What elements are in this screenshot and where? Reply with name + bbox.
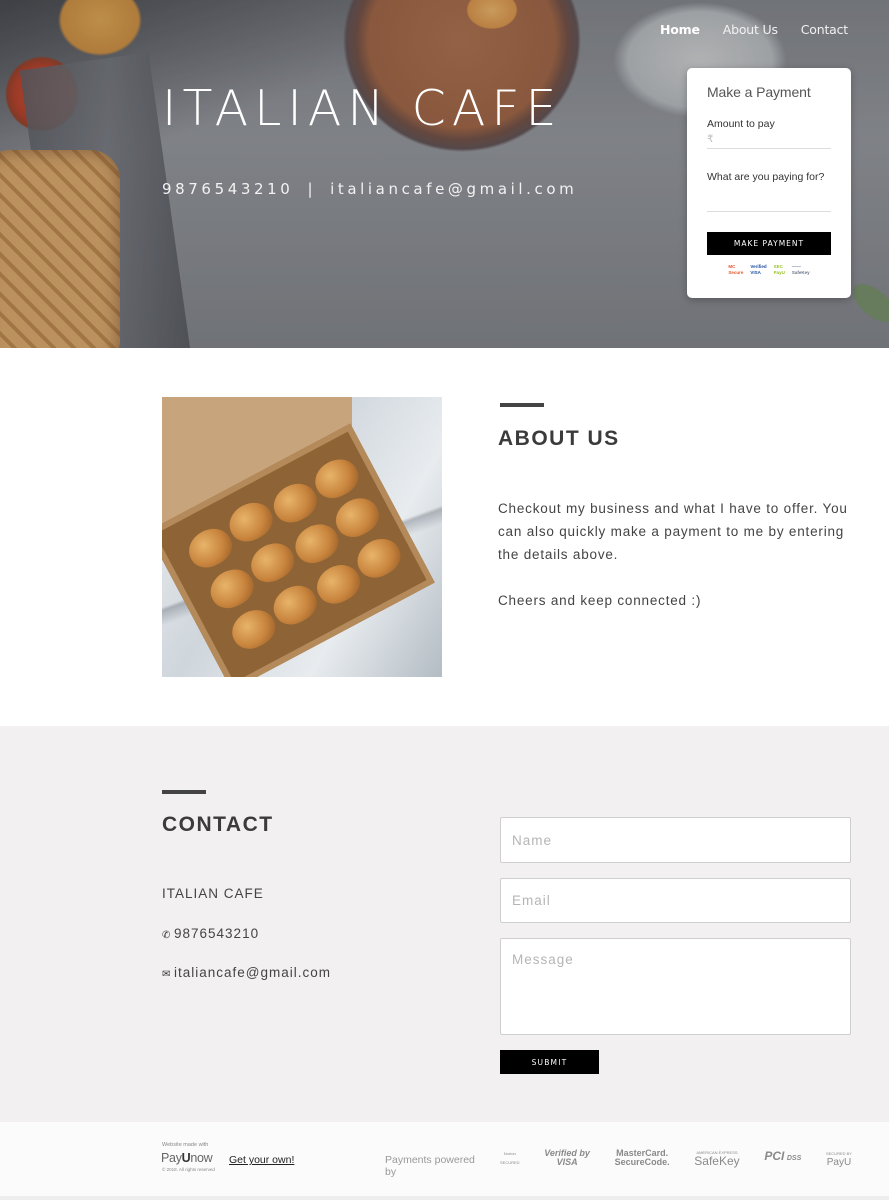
contact-heading: CONTACT — [162, 813, 274, 836]
about-text: Checkout my business and what I have to … — [498, 497, 848, 612]
verified-by-visa-logo-icon: Verified VISA — [750, 264, 767, 275]
nav-contact[interactable]: Contact — [801, 22, 848, 37]
payment-logos: MC Secure Verified VISA SEC PayU —— SafeKey — [707, 264, 831, 276]
about-paragraph: Checkout my business and what I have to … — [498, 501, 848, 562]
hero-email: italiancafe@gmail.com — [330, 180, 578, 198]
get-your-own-link[interactable]: Get your own! — [229, 1154, 294, 1166]
payu-logo-icon: SEC PayU — [773, 264, 785, 275]
amex-safekey-badge-icon: AMERICAN EXPRESS SafeKey — [694, 1148, 739, 1167]
contact-email-text: italiancafe@gmail.com — [174, 965, 332, 980]
contact-email: ✉ italiancafe@gmail.com — [162, 965, 331, 980]
make-payment-button[interactable]: MAKE PAYMENT — [707, 232, 831, 255]
hero-phone: 9876543210 — [162, 180, 294, 198]
croissant — [267, 578, 323, 631]
mastercard-securecode-badge-icon: MasterCard. SecureCode. — [614, 1148, 670, 1167]
contact-phone: ✆ 9876543210 — [162, 926, 259, 941]
purpose-input[interactable] — [707, 186, 831, 212]
about-heading-rule — [500, 403, 544, 407]
contact-heading-rule — [162, 790, 206, 794]
submit-button[interactable]: SUBMIT — [500, 1050, 599, 1074]
amount-label: Amount to pay — [707, 118, 775, 130]
rupee-icon: ₹ — [707, 134, 714, 145]
badge-line2: SECURED — [500, 1159, 520, 1165]
hero-title: ITALIAN CAFE — [162, 80, 563, 137]
contact-business-name: ITALIAN CAFE — [162, 886, 264, 901]
made-with-text: Website made with — [162, 1142, 209, 1148]
badge-line2: SafeKey — [694, 1154, 740, 1168]
envelope-icon: ✉ — [162, 969, 172, 980]
phone-icon: ✆ — [162, 930, 172, 941]
badge-line1: PCI — [764, 1149, 785, 1163]
brand-pre: Pay — [161, 1151, 182, 1165]
badge-line2: DSS — [786, 1155, 802, 1162]
pci-dss-badge-icon: PCI DSS — [764, 1149, 802, 1163]
message-textarea[interactable] — [500, 938, 851, 1035]
hero-banner: Home About Us Contact ITALIAN CAFE 98765… — [0, 0, 889, 348]
safekey-logo-icon: —— SafeKey — [791, 264, 810, 275]
payu-now-logo: PayUnow — [161, 1151, 213, 1165]
security-badges: Norton SECURED Verified by VISA MasterCa… — [500, 1148, 852, 1167]
nav-home[interactable]: Home — [660, 22, 700, 37]
norton-secured-badge-icon: Norton SECURED — [500, 1149, 520, 1167]
badge-line2: VISA — [556, 1156, 578, 1167]
contact-phone-text: 9876543210 — [174, 926, 260, 941]
mastercard-securecode-logo-icon: MC Secure — [728, 264, 744, 275]
about-image-croissants — [162, 397, 442, 677]
about-paragraph: Cheers and keep connected :) — [498, 593, 702, 608]
hero-separator: | — [307, 180, 317, 198]
badge-line2: PayU — [826, 1156, 852, 1168]
verified-by-visa-badge-icon: Verified by VISA — [544, 1148, 590, 1167]
hero-contact-line: 9876543210 | italiancafe@gmail.com — [162, 180, 577, 198]
brand-post: now — [190, 1151, 213, 1165]
secured-by-payu-badge-icon: SECURED BY PayU — [826, 1149, 852, 1168]
payment-card: Make a Payment Amount to pay ₹ What are … — [687, 68, 851, 298]
email-input[interactable] — [500, 878, 851, 923]
footer-bottom-bar — [0, 1196, 889, 1200]
name-input[interactable] — [500, 817, 851, 863]
about-heading: ABOUT US — [498, 427, 620, 450]
amount-input[interactable]: ₹ — [707, 131, 831, 149]
badge-line2: SecureCode. — [614, 1156, 670, 1167]
contact-section — [0, 726, 889, 1122]
croissant — [308, 452, 365, 505]
copyright-text: © 2018. All rights reserved — [162, 1167, 215, 1172]
nav-about-us[interactable]: About Us — [723, 22, 778, 37]
payment-card-title: Make a Payment — [707, 84, 811, 100]
purpose-label: What are you paying for? — [707, 171, 825, 183]
badge-line1: Norton — [503, 1150, 516, 1156]
top-nav: Home About Us Contact — [660, 22, 848, 37]
payments-powered-by: Payments powered by — [385, 1154, 475, 1178]
